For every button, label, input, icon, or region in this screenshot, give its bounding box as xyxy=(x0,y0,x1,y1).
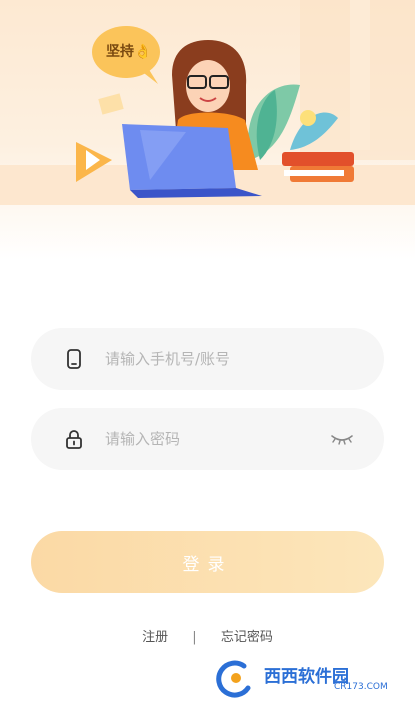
login-button[interactable]: 登录 xyxy=(31,531,384,593)
eye-closed-icon[interactable] xyxy=(330,430,354,448)
register-link[interactable]: 注册 xyxy=(142,626,168,645)
password-field[interactable] xyxy=(31,408,384,470)
password-input[interactable] xyxy=(105,408,325,470)
account-input[interactable] xyxy=(105,328,325,390)
watermark-logo-icon xyxy=(216,660,251,698)
link-separator: | xyxy=(192,630,197,645)
motivation-bubble-text: 坚持👌 xyxy=(106,44,152,60)
forgot-password-link[interactable]: 忘记密码 xyxy=(221,626,273,645)
account-field[interactable] xyxy=(31,328,384,390)
watermark-logo: 西西软件园 CR173.COM xyxy=(214,658,398,698)
hero-illustration: 坚持👌 xyxy=(0,0,415,260)
lock-icon xyxy=(66,430,82,449)
watermark-subtext: CR173.COM xyxy=(334,682,388,692)
auth-links: 注册 | 忘记密码 xyxy=(0,626,415,645)
phone-icon xyxy=(67,349,81,369)
hero-graphic xyxy=(0,0,415,205)
